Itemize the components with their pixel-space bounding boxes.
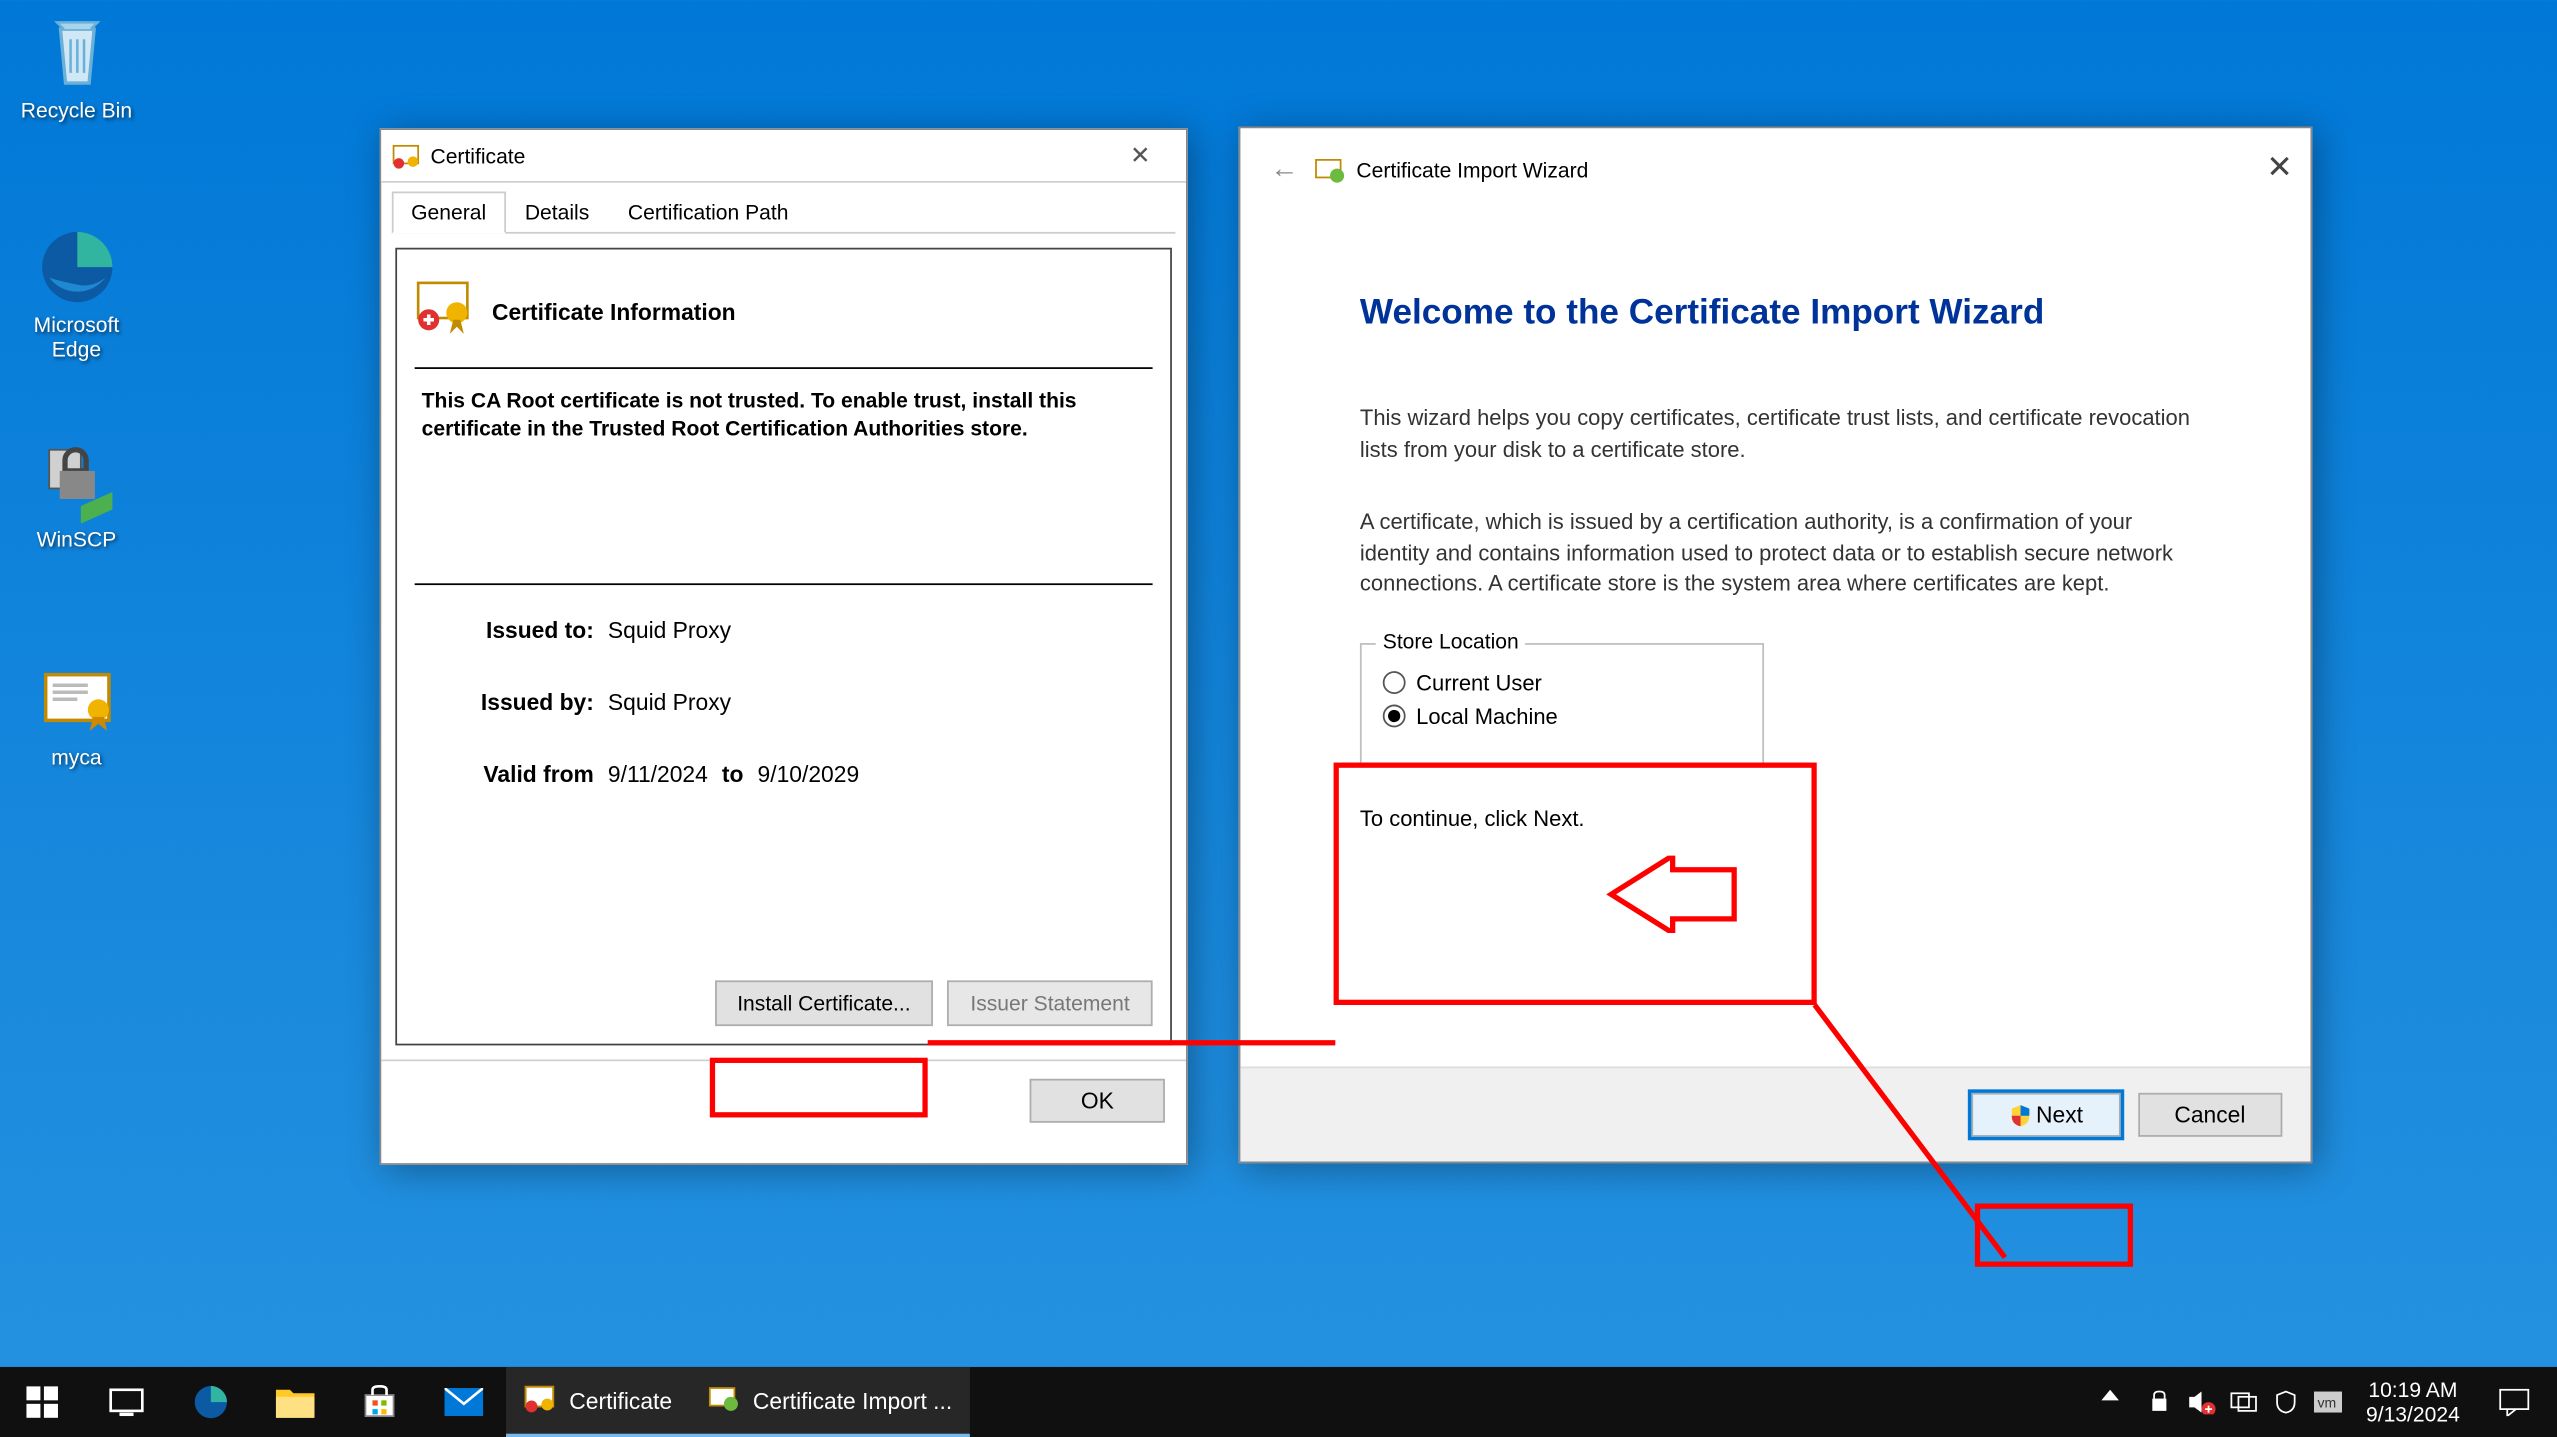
desktop-icon-label: Microsoft Edge — [11, 313, 143, 362]
wizard-icon — [707, 1382, 739, 1419]
valid-to-label: to — [722, 761, 744, 787]
taskbar-edge[interactable] — [169, 1367, 253, 1437]
tab-certification-path[interactable]: Certification Path — [609, 192, 808, 234]
taskbar-app-certificate[interactable]: Certificate — [506, 1367, 690, 1437]
edge-icon — [34, 225, 118, 309]
taskbar-mail[interactable] — [422, 1367, 506, 1437]
radio-current-user[interactable]: Current User — [1383, 670, 1741, 695]
annotation-box — [1975, 1204, 2133, 1267]
radio-local-machine[interactable]: Local Machine — [1383, 704, 1741, 729]
radio-label: Current User — [1416, 670, 1542, 695]
taskbar-explorer[interactable] — [253, 1367, 337, 1437]
tray-network-icon[interactable] — [2229, 1388, 2257, 1416]
wizard-title: Certificate Import Wizard — [1356, 158, 1588, 183]
tab-general[interactable]: General — [392, 192, 506, 234]
issued-by-label: Issued by: — [450, 689, 594, 715]
desktop-icon-label: Recycle Bin — [11, 98, 143, 123]
tab-strip: General Details Certification Path — [392, 190, 1176, 234]
issuer-statement-button: Issuer Statement — [948, 980, 1153, 1026]
tray-defender-icon[interactable] — [2271, 1388, 2299, 1416]
svg-text:vm: vm — [2317, 1394, 2336, 1410]
wizard-heading: Welcome to the Certificate Import Wizard — [1360, 293, 2191, 333]
taskbar-store[interactable] — [337, 1367, 421, 1437]
valid-from-label: Valid from — [450, 761, 594, 787]
tray-volume-icon[interactable] — [2187, 1388, 2215, 1416]
certificate-dialog: Certificate ✕ General Details Certificat… — [380, 128, 1188, 1165]
desktop-icon-winscp[interactable]: WinSCP — [11, 439, 143, 551]
winscp-icon — [34, 439, 118, 523]
cert-info-heading: Certificate Information — [492, 299, 736, 325]
cert-warning-text: This CA Root certificate is not trusted.… — [415, 387, 1153, 444]
taskbar-app-label: Certificate Import ... — [753, 1387, 952, 1413]
desktop-icon-recycle-bin[interactable]: Recycle Bin — [11, 11, 143, 123]
taskbar-app-label: Certificate — [569, 1387, 672, 1413]
radio-icon — [1383, 671, 1406, 694]
radio-icon — [1383, 705, 1406, 728]
tray-overflow[interactable] — [2088, 1367, 2130, 1437]
system-tray[interactable]: vm 10:19 AM 9/13/2024 — [2074, 1367, 2557, 1437]
window-title: Certificate — [430, 143, 1105, 168]
radio-label: Local Machine — [1416, 704, 1558, 729]
next-button-label: Next — [2036, 1102, 2083, 1128]
action-center-button[interactable] — [2484, 1367, 2544, 1437]
next-button[interactable]: Next — [1971, 1093, 2120, 1137]
taskbar-app-cert-import[interactable]: Certificate Import ... — [690, 1367, 970, 1437]
tray-vmware-icon[interactable]: vm — [2313, 1388, 2341, 1416]
continue-text: To continue, click Next. — [1360, 806, 2191, 831]
ok-button[interactable]: OK — [1030, 1079, 1165, 1123]
issued-by-value: Squid Proxy — [608, 689, 731, 715]
store-location-fieldset: Store Location Current User Local Machin… — [1360, 642, 1764, 763]
task-view-button[interactable] — [84, 1367, 168, 1437]
issued-to-value: Squid Proxy — [608, 617, 731, 643]
cert-badge-icon — [415, 278, 475, 347]
certificate-panel: Certificate Information This CA Root cer… — [395, 248, 1172, 1046]
certificate-icon — [524, 1382, 556, 1419]
close-button[interactable]: ✕ — [1105, 141, 1175, 171]
titlebar[interactable]: Certificate ✕ — [381, 130, 1186, 183]
certificate-import-wizard: ← Certificate Import Wizard ✕ Welcome to… — [1239, 127, 2313, 1164]
desktop-icon-edge[interactable]: Microsoft Edge — [11, 225, 143, 362]
issued-to-label: Issued to: — [450, 617, 594, 643]
tab-details[interactable]: Details — [505, 192, 608, 234]
valid-from-value: 9/11/2024 — [608, 761, 708, 787]
cancel-button[interactable]: Cancel — [2137, 1093, 2282, 1137]
store-location-legend: Store Location — [1376, 628, 1526, 653]
certificate-file-icon — [34, 657, 118, 741]
shield-icon — [2008, 1103, 2033, 1128]
valid-to-value: 9/10/2029 — [758, 761, 860, 787]
close-button[interactable]: ✕ — [2266, 149, 2293, 186]
desktop-icon-myca[interactable]: myca — [11, 657, 143, 769]
desktop-icon-label: WinSCP — [11, 527, 143, 552]
start-button[interactable] — [0, 1367, 84, 1437]
tray-clock[interactable]: 10:19 AM 9/13/2024 — [2355, 1377, 2470, 1428]
install-certificate-button[interactable]: Install Certificate... — [714, 980, 933, 1026]
taskbar: Certificate Certificate Import ... vm 10… — [0, 1367, 2557, 1437]
tray-security-icon[interactable] — [2145, 1388, 2173, 1416]
certificate-icon — [392, 141, 420, 169]
back-button[interactable]: ← — [1265, 151, 1304, 190]
desktop-icon-label: myca — [11, 745, 143, 770]
recycle-bin-icon — [34, 11, 118, 95]
wizard-paragraph-1: This wizard helps you copy certificates,… — [1360, 404, 2191, 465]
wizard-paragraph-2: A certificate, which is issued by a cert… — [1360, 508, 2191, 600]
tray-time: 10:19 AM — [2366, 1377, 2460, 1402]
wizard-icon — [1314, 155, 1346, 187]
tray-date: 9/13/2024 — [2366, 1402, 2460, 1427]
